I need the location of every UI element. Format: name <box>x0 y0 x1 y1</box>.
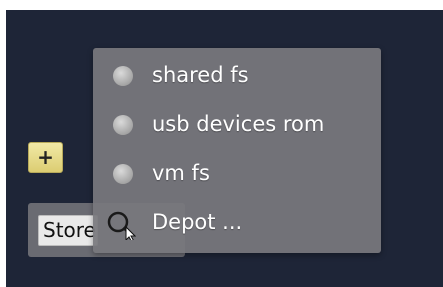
radio-icon <box>113 164 133 184</box>
menu-item-label: shared fs <box>152 63 249 87</box>
menu-item-label: Depot ... <box>152 210 243 234</box>
menu-item-depot[interactable]: Depot ... <box>93 199 381 247</box>
menu-item-vm-fs[interactable]: vm fs <box>93 150 381 198</box>
store-button[interactable]: Store <box>38 215 98 246</box>
menu-item-shared-fs[interactable]: shared fs <box>93 52 381 100</box>
menu-item-usb-devices-rom[interactable]: usb devices rom <box>93 101 381 149</box>
desktop-background: + Store shared fs usb devices rom vm fs … <box>6 10 443 287</box>
popup-menu: shared fs usb devices rom vm fs Depot ..… <box>93 48 381 253</box>
radio-icon <box>113 66 133 86</box>
menu-item-label: vm fs <box>152 161 210 185</box>
menu-item-label: usb devices rom <box>152 112 325 136</box>
radio-icon <box>113 115 133 135</box>
add-button[interactable]: + <box>28 142 63 173</box>
search-icon <box>107 211 136 240</box>
